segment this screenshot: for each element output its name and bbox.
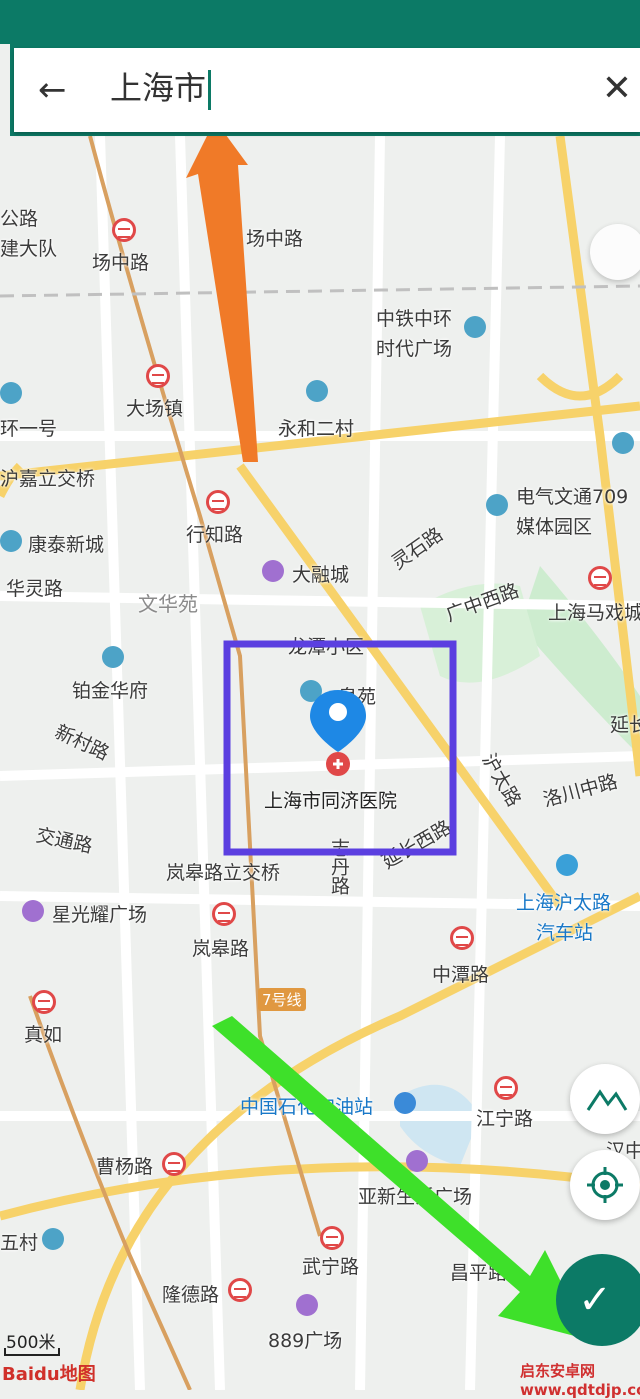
- map-label: 场中路: [246, 228, 304, 250]
- shopping-bag-icon[interactable]: [406, 1150, 428, 1172]
- arrow-left-icon[interactable]: ←: [38, 70, 78, 110]
- map-label: 岚皋路立交桥: [166, 862, 281, 884]
- scale-bar: [4, 1348, 60, 1356]
- map-label: 志丹路: [328, 838, 350, 895]
- map-label: 环一号: [0, 418, 58, 440]
- metro-station-icon[interactable]: [212, 902, 236, 926]
- gas-station-icon[interactable]: [394, 1092, 416, 1114]
- map-label: 江宁路: [476, 1108, 534, 1130]
- map-label: 上海沪太路: [516, 892, 612, 914]
- map-label: 行知路: [186, 524, 244, 546]
- metro-station-icon[interactable]: [162, 1152, 186, 1176]
- map-label: 隆德路: [162, 1284, 220, 1306]
- compass-button[interactable]: [590, 224, 640, 280]
- shopping-bag-icon[interactable]: [262, 560, 284, 582]
- metro-station-icon[interactable]: [146, 364, 170, 388]
- map-label: 媒体园区: [516, 516, 593, 538]
- map-label: 龙潭小区: [288, 636, 365, 658]
- map-label: 上海马戏城: [548, 602, 640, 624]
- map-brand-logo: Baidu地图: [2, 1364, 96, 1385]
- map-label: 场中路: [92, 252, 150, 274]
- map-label: 康泰新城: [28, 534, 105, 556]
- building-icon[interactable]: [0, 382, 22, 404]
- map-label: 沪嘉立交桥: [0, 468, 96, 490]
- building-icon[interactable]: [486, 494, 508, 516]
- map-label: 大融城: [292, 564, 350, 586]
- building-icon[interactable]: [42, 1228, 64, 1250]
- check-icon: ✓: [578, 1277, 612, 1323]
- search-bar[interactable]: ← 上海市 ✕: [14, 48, 640, 132]
- metro-line-badge: 7号线: [258, 988, 306, 1011]
- map-label: 大场镇: [126, 398, 184, 420]
- metro-station-icon[interactable]: [450, 926, 474, 950]
- building-icon[interactable]: [0, 530, 22, 552]
- map-label: 岚皋路: [192, 938, 250, 960]
- building-icon[interactable]: [306, 380, 328, 402]
- map-label: 文华苑: [138, 592, 198, 616]
- map-label: 永和二村: [278, 418, 355, 440]
- metro-station-icon[interactable]: [206, 490, 230, 514]
- shopping-bag-icon[interactable]: [296, 1294, 318, 1316]
- metro-station-icon[interactable]: [32, 990, 56, 1014]
- metro-station-icon[interactable]: [494, 1076, 518, 1100]
- map-label: 中国石化加油站: [240, 1096, 374, 1118]
- status-bar: [0, 0, 640, 44]
- map-label: 公路: [0, 208, 39, 230]
- map-label: 星光耀广场: [52, 904, 148, 926]
- metro-station-icon[interactable]: [320, 1226, 344, 1250]
- bus-icon[interactable]: [556, 854, 578, 876]
- metro-station-icon[interactable]: [228, 1278, 252, 1302]
- map-label: 电气文通709: [516, 486, 629, 508]
- building-icon[interactable]: [464, 316, 486, 338]
- map-label: 武宁路: [302, 1256, 360, 1278]
- map-label: 中潭路: [432, 964, 490, 986]
- locate-icon[interactable]: [570, 1150, 640, 1220]
- terrain-icon[interactable]: [570, 1064, 640, 1134]
- shopping-bag-icon[interactable]: [22, 900, 44, 922]
- metro-station-icon[interactable]: [112, 218, 136, 242]
- map-label: 亚新生活广场: [358, 1186, 473, 1208]
- search-input[interactable]: 上海市: [110, 66, 212, 110]
- map-label: 建大队: [0, 238, 58, 260]
- map-label: 铂金华府: [72, 680, 149, 702]
- metro-station-icon[interactable]: [588, 566, 612, 590]
- map-label: 时代广场: [376, 338, 453, 360]
- map-label: 889广场: [268, 1330, 343, 1352]
- map-label: 真如: [24, 1024, 63, 1046]
- map-label: 延长: [610, 714, 640, 736]
- close-icon[interactable]: ✕: [594, 66, 640, 112]
- map-view[interactable]: 公路 建大队 场中路 场中路 中铁中环 时代广场 大场镇 永和二村 环一号 沪嘉…: [0, 136, 640, 1390]
- map-label: 昌平路: [450, 1262, 508, 1284]
- map-label: 汽车站: [536, 922, 594, 944]
- map-label: 中铁中环: [376, 308, 453, 330]
- map-label: 泉苑: [338, 686, 377, 708]
- confirm-button[interactable]: ✓: [556, 1254, 640, 1346]
- building-icon[interactable]: [300, 680, 322, 702]
- map-label: 华灵路: [6, 578, 64, 600]
- text-caret: [208, 70, 212, 110]
- watermark: 启东安卓网 www.qdtdjp.com: [520, 1362, 640, 1399]
- hospital-label[interactable]: 上海市同济医院: [264, 786, 397, 813]
- building-icon[interactable]: [612, 432, 634, 454]
- map-label: 五村: [0, 1232, 39, 1254]
- map-label: 曹杨路: [96, 1156, 154, 1178]
- building-icon[interactable]: [102, 646, 124, 668]
